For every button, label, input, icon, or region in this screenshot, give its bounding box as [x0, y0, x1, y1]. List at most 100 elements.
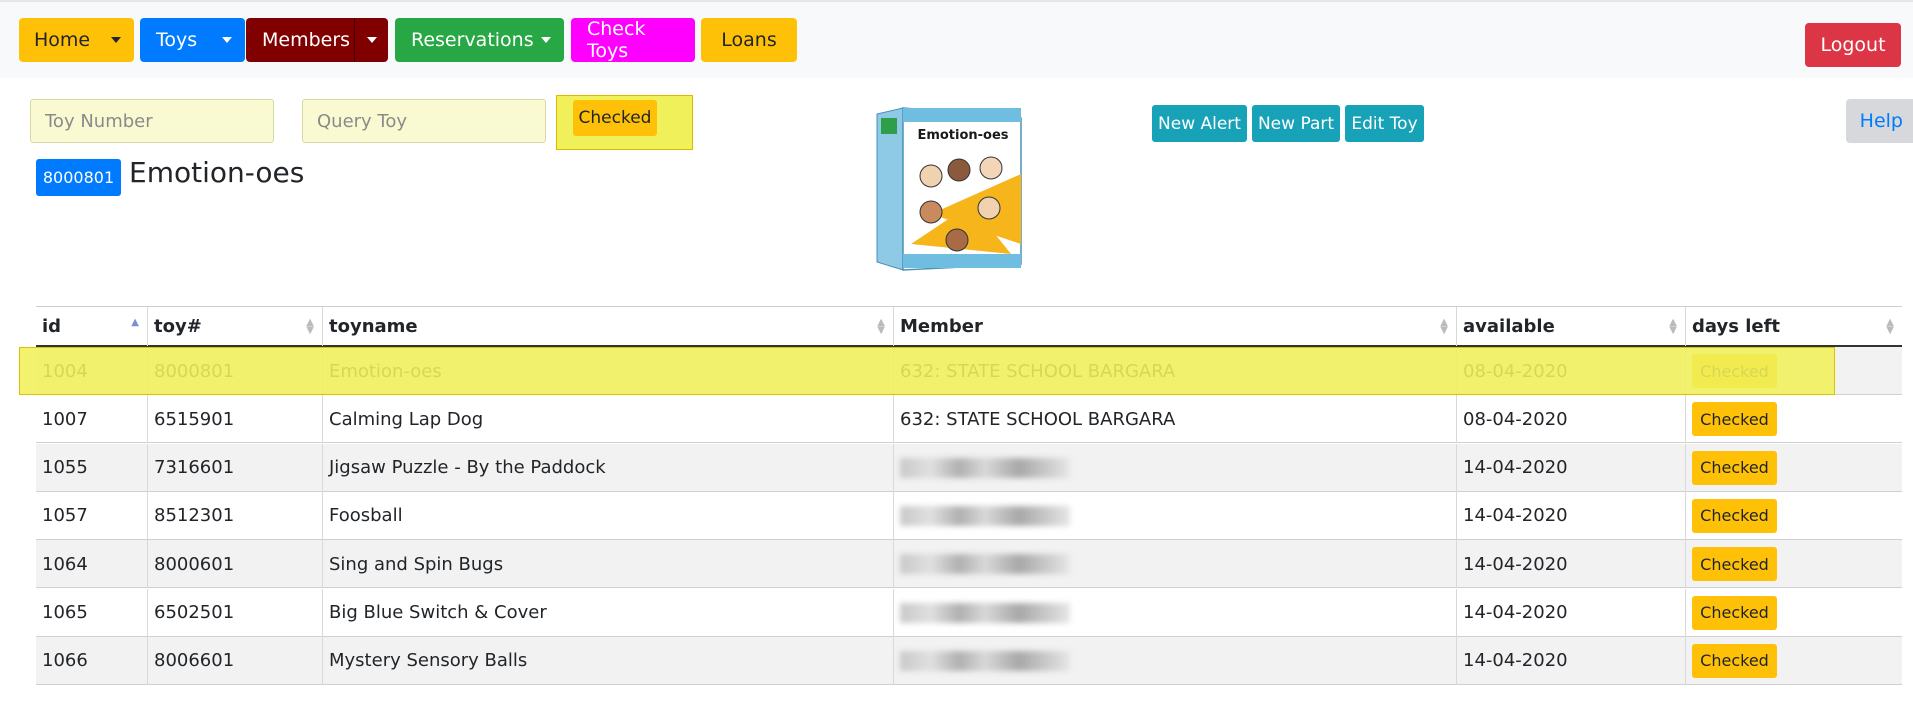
check-toys-label[interactable]: Check Toys [571, 18, 695, 62]
redacted-member [900, 457, 1070, 478]
column-header-member[interactable]: Member ▲ ▼ [894, 307, 1457, 346]
sort-icon: ▲ ▼ [877, 317, 885, 336]
column-header-id[interactable]: id ▲ [36, 307, 148, 346]
chevron-down-icon [366, 37, 377, 43]
logout-button[interactable]: Logout [1805, 23, 1901, 67]
table-header: id ▲ toy# ▲ ▼ toyname ▲ ▼ Member ▲ ▼ availa… [36, 306, 1902, 347]
redacted-member [900, 505, 1070, 526]
column-header-available[interactable]: available ▲ ▼ [1457, 307, 1686, 346]
redacted-member [900, 554, 1070, 575]
column-header-label: available [1463, 316, 1555, 337]
cell-member [894, 443, 1457, 492]
cell-available: 08-04-2020 [1457, 395, 1686, 444]
cell-available: 08-04-2020 [1457, 347, 1686, 395]
sort-icon: ▲ ▼ [1669, 317, 1677, 336]
cell-name: Jigsaw Puzzle - By the Paddock [323, 443, 894, 492]
members-label[interactable]: Members [246, 18, 354, 62]
column-header-days-left[interactable]: days left ▲ ▼ [1686, 307, 1902, 346]
toys-label[interactable]: Toys [140, 18, 209, 62]
toys-dropdown-toggle[interactable] [209, 18, 245, 62]
cell-id: 1007 [36, 395, 148, 444]
cell-name: Emotion-oes [323, 347, 894, 395]
cell-member [894, 491, 1457, 540]
checked-status-button[interactable]: Checked [1692, 498, 1777, 533]
table-row[interactable]: 1065 6502501 Big Blue Switch & Cover 14-04-… [36, 588, 1902, 637]
chevron-down-icon [222, 37, 232, 43]
edit-toy-button[interactable]: Edit Toy [1345, 105, 1424, 142]
column-header-label: id [42, 316, 62, 337]
column-header-toy-number[interactable]: toy# ▲ ▼ [148, 307, 323, 346]
table-row[interactable]: 1057 8512301 Foosball 14-04-2020 Checked [36, 491, 1902, 540]
toy-number-input[interactable] [30, 99, 274, 143]
members-dropdown-toggle[interactable] [354, 18, 388, 62]
checked-status-button[interactable]: Checked [1692, 547, 1777, 582]
cell-id: 1065 [36, 588, 148, 637]
toy-box-label: Emotion-oes [917, 128, 1008, 143]
table-row[interactable]: 1004 8000801 Emotion-oes 632: STATE SCHOOL … [36, 347, 1902, 395]
reservations-menu-button[interactable]: Reservations [395, 18, 564, 62]
cell-toy: 6502501 [148, 588, 323, 637]
table-row[interactable]: 1064 8000601 Sing and Spin Bugs 14-04-2020 C… [36, 540, 1902, 589]
toy-title: Emotion-oes [129, 156, 305, 189]
help-button[interactable]: Help [1846, 99, 1913, 143]
cell-name: Calming Lap Dog [323, 395, 894, 444]
reservations-dropdown-toggle[interactable] [528, 18, 564, 62]
top-navbar: Home Toys Members Reservations Check Toy… [0, 0, 1913, 78]
cell-id: 1064 [36, 540, 148, 589]
toys-menu-button[interactable]: Toys [140, 18, 245, 62]
sort-icon: ▲ ▼ [306, 317, 314, 336]
checked-status-button[interactable]: Checked [1692, 402, 1777, 437]
cell-toy: 8006601 [148, 636, 323, 685]
reservations-label[interactable]: Reservations [395, 18, 534, 62]
cell-available: 14-04-2020 [1457, 540, 1686, 589]
sort-icon: ▲ ▼ [1440, 317, 1448, 336]
toy-box-image: Emotion-oes [876, 107, 1022, 271]
chevron-down-icon [541, 37, 551, 43]
table-row[interactable]: 1055 7316601 Jigsaw Puzzle - By the Paddoc… [36, 443, 1902, 492]
new-part-button[interactable]: New Part [1252, 105, 1340, 142]
query-toy-input[interactable] [302, 99, 546, 143]
cell-name: Foosball [323, 491, 894, 540]
cell-id: 1066 [36, 636, 148, 685]
cell-name: Mystery Sensory Balls [323, 636, 894, 685]
home-label[interactable]: Home [19, 18, 98, 62]
cell-member [894, 540, 1457, 589]
cell-available: 14-04-2020 [1457, 491, 1686, 540]
cell-member [894, 636, 1457, 685]
cell-name: Sing and Spin Bugs [323, 540, 894, 589]
cell-available: 14-04-2020 [1457, 636, 1686, 685]
column-header-toyname[interactable]: toyname ▲ ▼ [323, 307, 894, 346]
members-menu-button[interactable]: Members [246, 18, 388, 62]
loans-label[interactable]: Loans [705, 18, 792, 62]
column-header-label: toyname [329, 316, 418, 337]
home-dropdown-toggle[interactable] [98, 18, 134, 62]
cell-id: 1055 [36, 443, 148, 492]
checked-status-button[interactable]: Checked [1692, 450, 1777, 485]
checked-status-button[interactable]: Checked [1692, 354, 1777, 388]
check-toys-button[interactable]: Check Toys [571, 18, 695, 62]
cell-member: 632: STATE SCHOOL BARGARA [894, 395, 1457, 444]
cell-available: 14-04-2020 [1457, 588, 1686, 637]
loans-button[interactable]: Loans [701, 18, 797, 62]
new-alert-button[interactable]: New Alert [1152, 105, 1247, 142]
sort-icon: ▲ ▼ [1886, 317, 1894, 336]
column-header-label: Member [900, 316, 983, 337]
checked-status-button[interactable]: Checked [1692, 595, 1777, 630]
home-menu-button[interactable]: Home [19, 18, 134, 62]
cell-member [894, 588, 1457, 637]
sort-ascending-icon: ▲ [131, 317, 139, 328]
cell-available: 14-04-2020 [1457, 443, 1686, 492]
redacted-member [900, 650, 1070, 671]
status-highlight-box: Checked [556, 95, 693, 150]
checked-status-button[interactable]: Checked [1692, 643, 1777, 678]
checked-status-button[interactable]: Checked [573, 100, 657, 136]
cell-id: 1004 [36, 347, 148, 395]
table-row[interactable]: 1007 6515901 Calming Lap Dog 632: STATE SCH… [36, 395, 1902, 444]
cell-toy: 8000601 [148, 540, 323, 589]
table-row[interactable]: 1066 8006601 Mystery Sensory Balls 14-04-20… [36, 636, 1902, 685]
chevron-down-icon [111, 37, 121, 43]
column-header-label: days left [1692, 316, 1781, 337]
column-header-label: toy# [154, 316, 202, 337]
cell-toy: 6515901 [148, 395, 323, 444]
cell-toy: 8000801 [148, 347, 323, 395]
